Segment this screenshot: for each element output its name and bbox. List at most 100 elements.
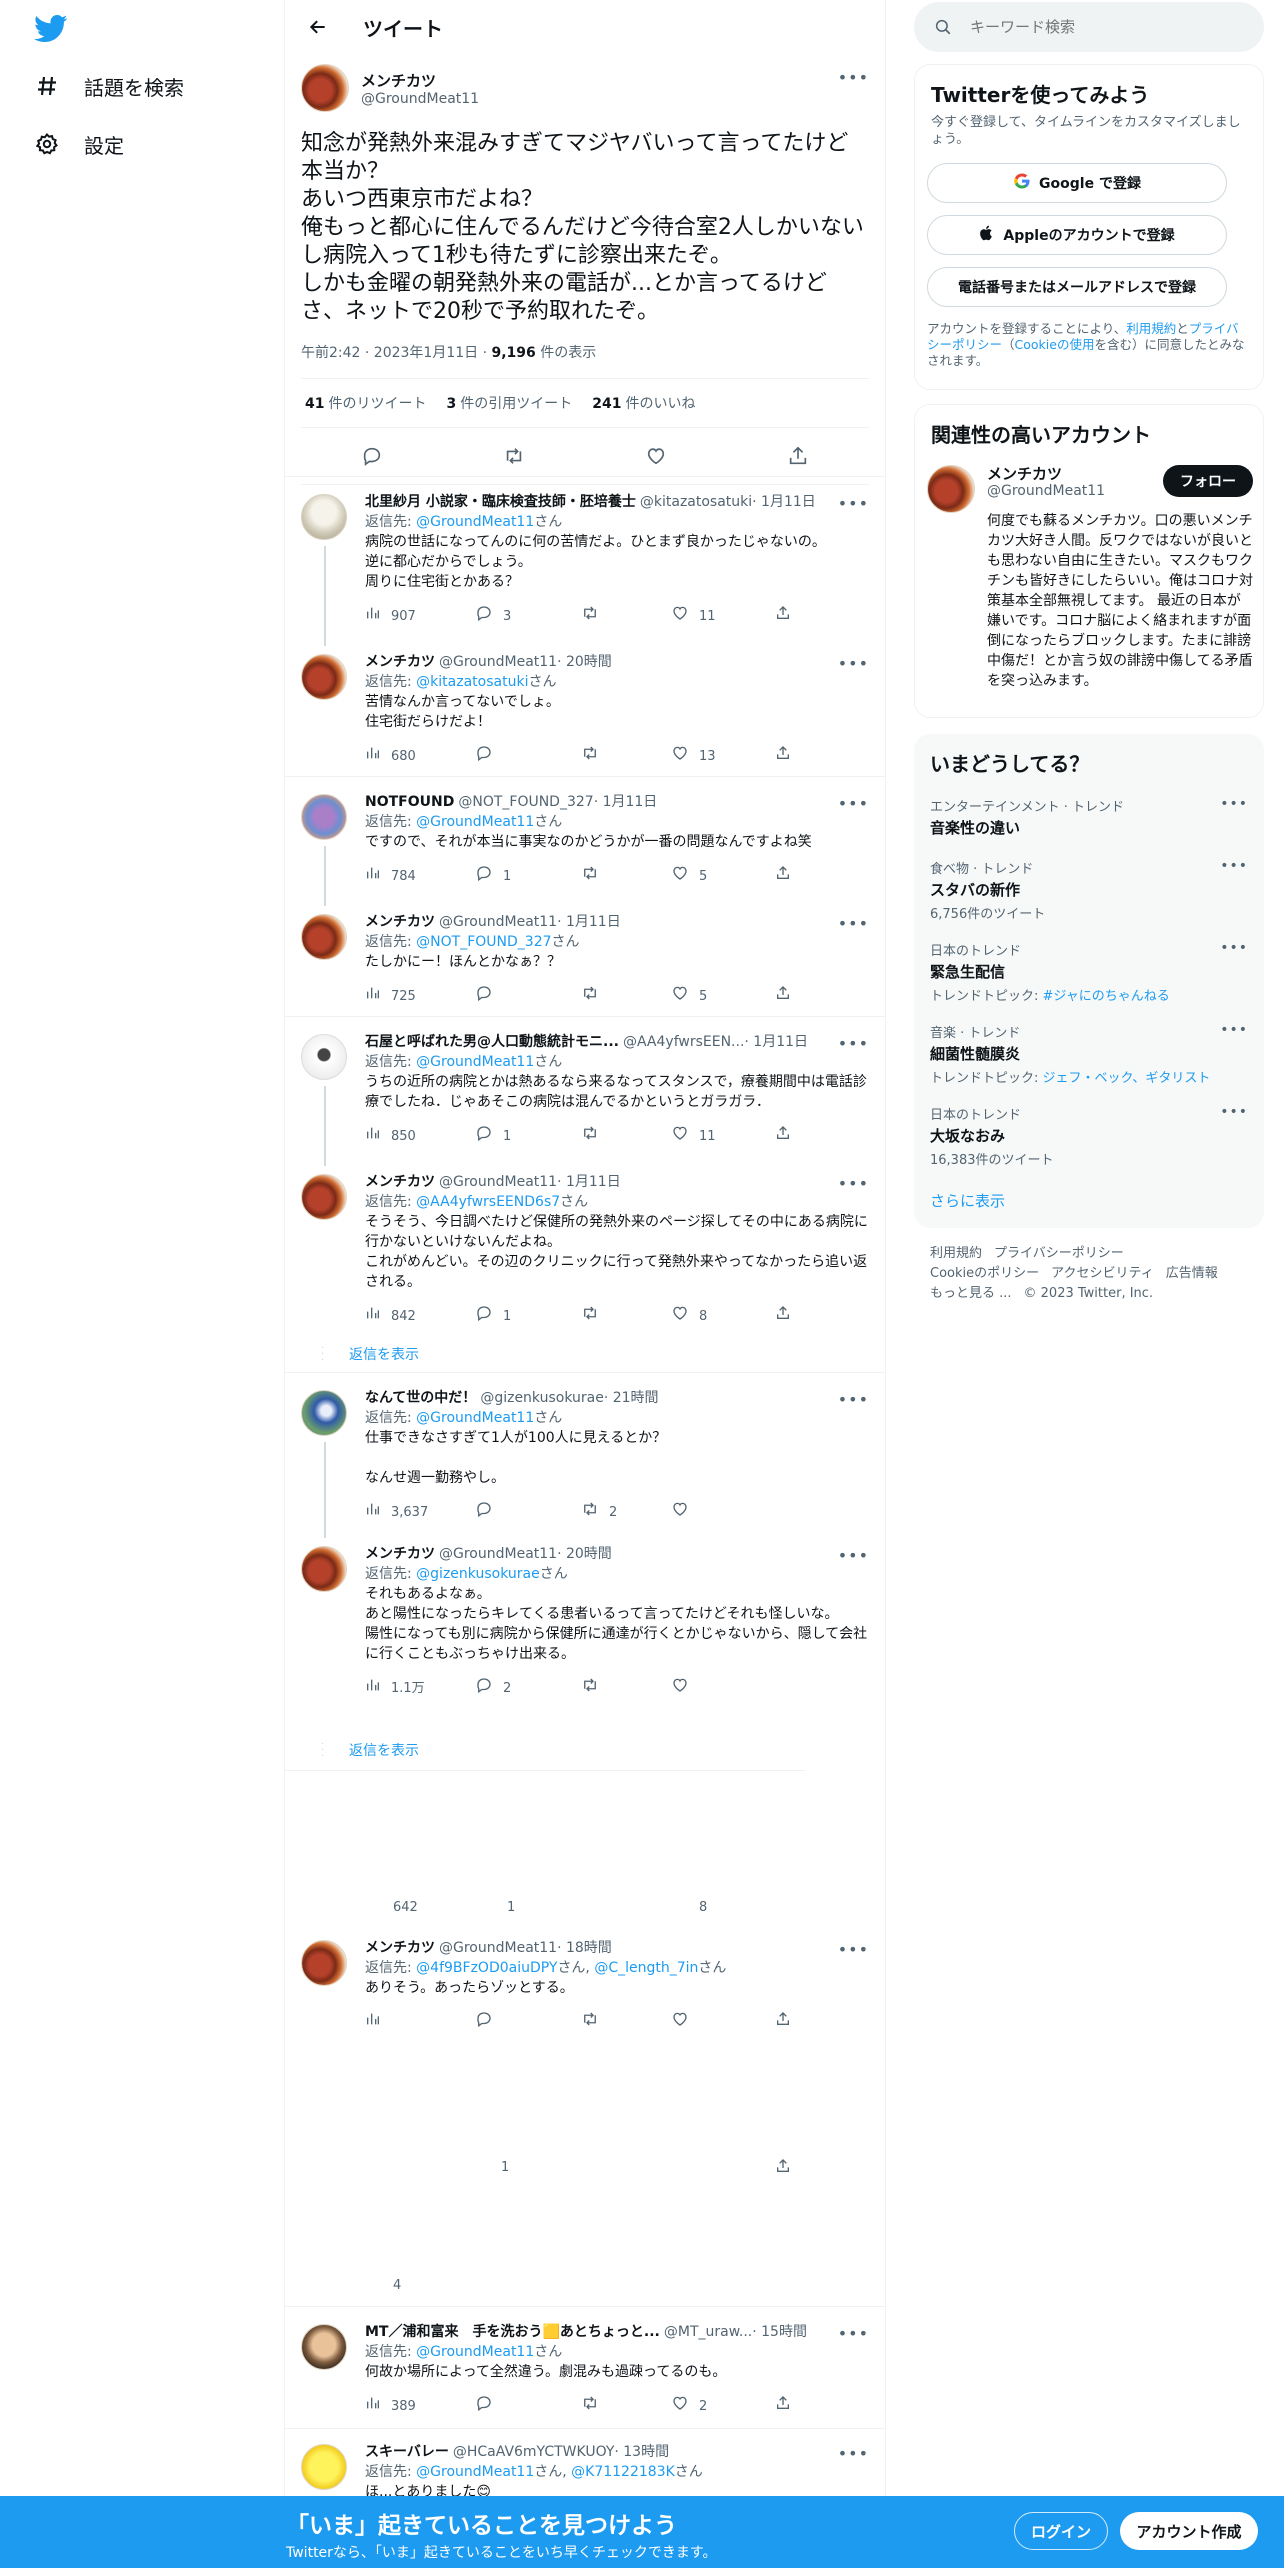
author-name[interactable]: MT／浦和富来 手を洗おう🟨あとちょっと...	[365, 2322, 660, 2342]
more-icon[interactable]: •••	[838, 1034, 869, 1053]
reply-button[interactable]: 1	[475, 1304, 581, 1329]
author-handle[interactable]: @GroundMeat11	[439, 1172, 557, 1192]
like-button[interactable]: 11	[671, 604, 775, 629]
retweet-button[interactable]	[581, 744, 671, 769]
like-button[interactable]: 2	[671, 2394, 775, 2419]
reply-tweet[interactable]: ••• 北里紗月 小説家・臨床検査技師・胚培養士 @kitazatosatuki ·…	[285, 486, 885, 646]
author-name[interactable]: スキーバレー	[365, 2442, 449, 2462]
share-button[interactable]	[775, 1125, 801, 1148]
signup-button[interactable]: アカウント作成	[1120, 2512, 1258, 2550]
author-handle[interactable]: @MT_uraw...	[664, 2322, 752, 2342]
retweet-button[interactable]	[581, 1304, 671, 1329]
views-button[interactable]: 850	[365, 1125, 475, 1148]
author-handle[interactable]: @GroundMeat11	[439, 1938, 557, 1958]
author-handle[interactable]: @HCaAV6mYCTWKUOY	[453, 2442, 615, 2462]
tweet-time[interactable]: · 20時間	[557, 1544, 612, 1564]
reply-button[interactable]: 1	[475, 1124, 581, 1149]
more-icon[interactable]: •••	[838, 1174, 869, 1193]
more-icon[interactable]: •••	[838, 914, 869, 933]
share-button[interactable]	[775, 605, 801, 628]
share-button[interactable]	[775, 2011, 801, 2034]
login-button[interactable]: ログイン	[1014, 2512, 1108, 2550]
like-button[interactable]: 5	[671, 864, 775, 889]
avatar[interactable]	[301, 1390, 347, 1436]
share-button[interactable]	[775, 2395, 801, 2418]
reply-tweet[interactable]: ••• 石屋と呼ばれた男@人口動態統計モニ... @AA4yfwrsEEN... ·…	[285, 1026, 885, 1166]
mention-link[interactable]: @GroundMeat11	[416, 514, 534, 530]
retweet-stat[interactable]: 41 件のリツイート	[305, 393, 426, 413]
search-box[interactable]	[914, 2, 1264, 52]
reply-tweet[interactable]: ••• なんて世の中だ！ @gizenkusokurae · 21時間 返信先: @G…	[285, 1382, 885, 1538]
trend-item[interactable]: 日本のトレンド 緊急生配信 トレンドトピック: #ジャにのちゃんねる •••	[914, 940, 1264, 1004]
views-button[interactable]: 1.1万	[365, 1677, 475, 1700]
related-handle[interactable]: @GroundMeat11	[987, 483, 1105, 499]
reply-tweet[interactable]: ••• スキーバレー @HCaAV6mYCTWKUOY · 13時間 返信先: @Gr…	[285, 2436, 885, 2500]
tweet-time[interactable]: · 18時間	[557, 1938, 612, 1958]
footer-link[interactable]: 広告情報	[1166, 1266, 1218, 1281]
tweet-time[interactable]: · 1月11日	[752, 492, 816, 512]
retweet-button[interactable]	[581, 864, 671, 889]
more-icon[interactable]: •••	[838, 794, 869, 813]
tweet-time[interactable]: · 1月11日	[557, 1172, 621, 1192]
reply-tweet[interactable]: ••• メンチカツ @GroundMeat11 · 20時間 返信先: @gizenk…	[285, 1538, 885, 1724]
avatar[interactable]	[927, 465, 975, 513]
views-button[interactable]: 907	[365, 605, 475, 628]
author-name[interactable]: 北里紗月 小説家・臨床検査技師・胚培養士	[365, 492, 636, 512]
footer-link[interactable]: プライバシーポリシー	[994, 1246, 1124, 1261]
share-button[interactable]	[775, 1305, 801, 1328]
mention-link[interactable]: @C_length_7in	[594, 1960, 698, 1976]
author-handle[interactable]: @gizenkusokurae	[480, 1388, 604, 1408]
apple-signup-button[interactable]: Appleのアカウントで登録	[927, 215, 1227, 255]
retweet-button[interactable]	[581, 1676, 671, 1701]
search-input[interactable]	[970, 18, 1230, 36]
author-name[interactable]: メンチカツ	[365, 1938, 435, 1958]
tweet-time[interactable]: · 15時間	[752, 2322, 807, 2342]
like-button[interactable]: 13	[671, 744, 775, 769]
like-stat[interactable]: 241 件のいいね	[592, 393, 695, 413]
phone-email-signup-button[interactable]: 電話番号またはメールアドレスで登録	[927, 267, 1227, 307]
trend-topic-link[interactable]: ジェフ・ベック、ギタリスト	[1043, 1071, 1211, 1086]
cookie-link[interactable]: Cookieの使用	[1015, 337, 1095, 352]
more-icon[interactable]: •••	[1220, 1104, 1248, 1120]
show-replies-link[interactable]: 返信を表示	[349, 1344, 419, 1364]
avatar[interactable]	[301, 654, 347, 700]
reply-tweet[interactable]: ••• メンチカツ @GroundMeat11 · 1月11日 返信先: @NOT_F…	[285, 906, 885, 1026]
mention-link[interactable]: @K71122183K	[571, 2464, 675, 2480]
mention-link[interactable]: @GroundMeat11	[416, 814, 534, 830]
like-button[interactable]	[671, 1500, 775, 1525]
avatar[interactable]	[301, 2324, 347, 2370]
share-icon[interactable]	[780, 438, 816, 474]
footer-link[interactable]: Cookieのポリシー	[930, 1266, 1039, 1281]
share-button[interactable]	[775, 865, 801, 888]
mention-link[interactable]: @GroundMeat11	[416, 2344, 534, 2360]
show-more-link[interactable]: さらに表示	[930, 1190, 1005, 1211]
back-button[interactable]	[301, 10, 335, 44]
reply-button[interactable]	[475, 984, 581, 1009]
reply-button[interactable]	[475, 1500, 581, 1525]
mention-link[interactable]: @NOT_FOUND_327	[416, 934, 551, 950]
author-handle[interactable]: @NOT_FOUND_327	[458, 792, 593, 812]
mention-link[interactable]: @GroundMeat11	[416, 1054, 534, 1070]
like-button[interactable]: 8	[671, 1304, 775, 1329]
more-icon[interactable]: •••	[838, 1390, 869, 1409]
author-name[interactable]: メンチカツ	[365, 912, 435, 932]
reply-button[interactable]	[475, 2010, 581, 2035]
tweet-time[interactable]: · 20時間	[557, 652, 612, 672]
like-button[interactable]: 5	[671, 984, 775, 1009]
nav-explore[interactable]: 話題を検索	[34, 66, 184, 106]
share-icon[interactable]	[775, 2158, 791, 2178]
more-icon[interactable]: •••	[838, 1546, 869, 1565]
avatar[interactable]	[301, 494, 347, 540]
quote-stat[interactable]: 3 件の引用ツイート	[446, 393, 572, 413]
nav-settings[interactable]: 設定	[34, 124, 124, 164]
trend-item[interactable]: 日本のトレンド 大坂なおみ 16,383件のツイート •••	[914, 1104, 1264, 1168]
avatar[interactable]	[301, 1034, 347, 1080]
reply-icon[interactable]	[354, 438, 390, 474]
author-handle[interactable]: @GroundMeat11	[361, 91, 479, 107]
author-name[interactable]: メンチカツ	[365, 1172, 435, 1192]
like-button[interactable]	[671, 2010, 775, 2035]
author-handle[interactable]: @kitazatosatuki	[640, 492, 752, 512]
views-button[interactable]: 3,637	[365, 1501, 475, 1524]
retweet-icon[interactable]	[496, 438, 532, 474]
like-button[interactable]	[671, 1676, 775, 1701]
